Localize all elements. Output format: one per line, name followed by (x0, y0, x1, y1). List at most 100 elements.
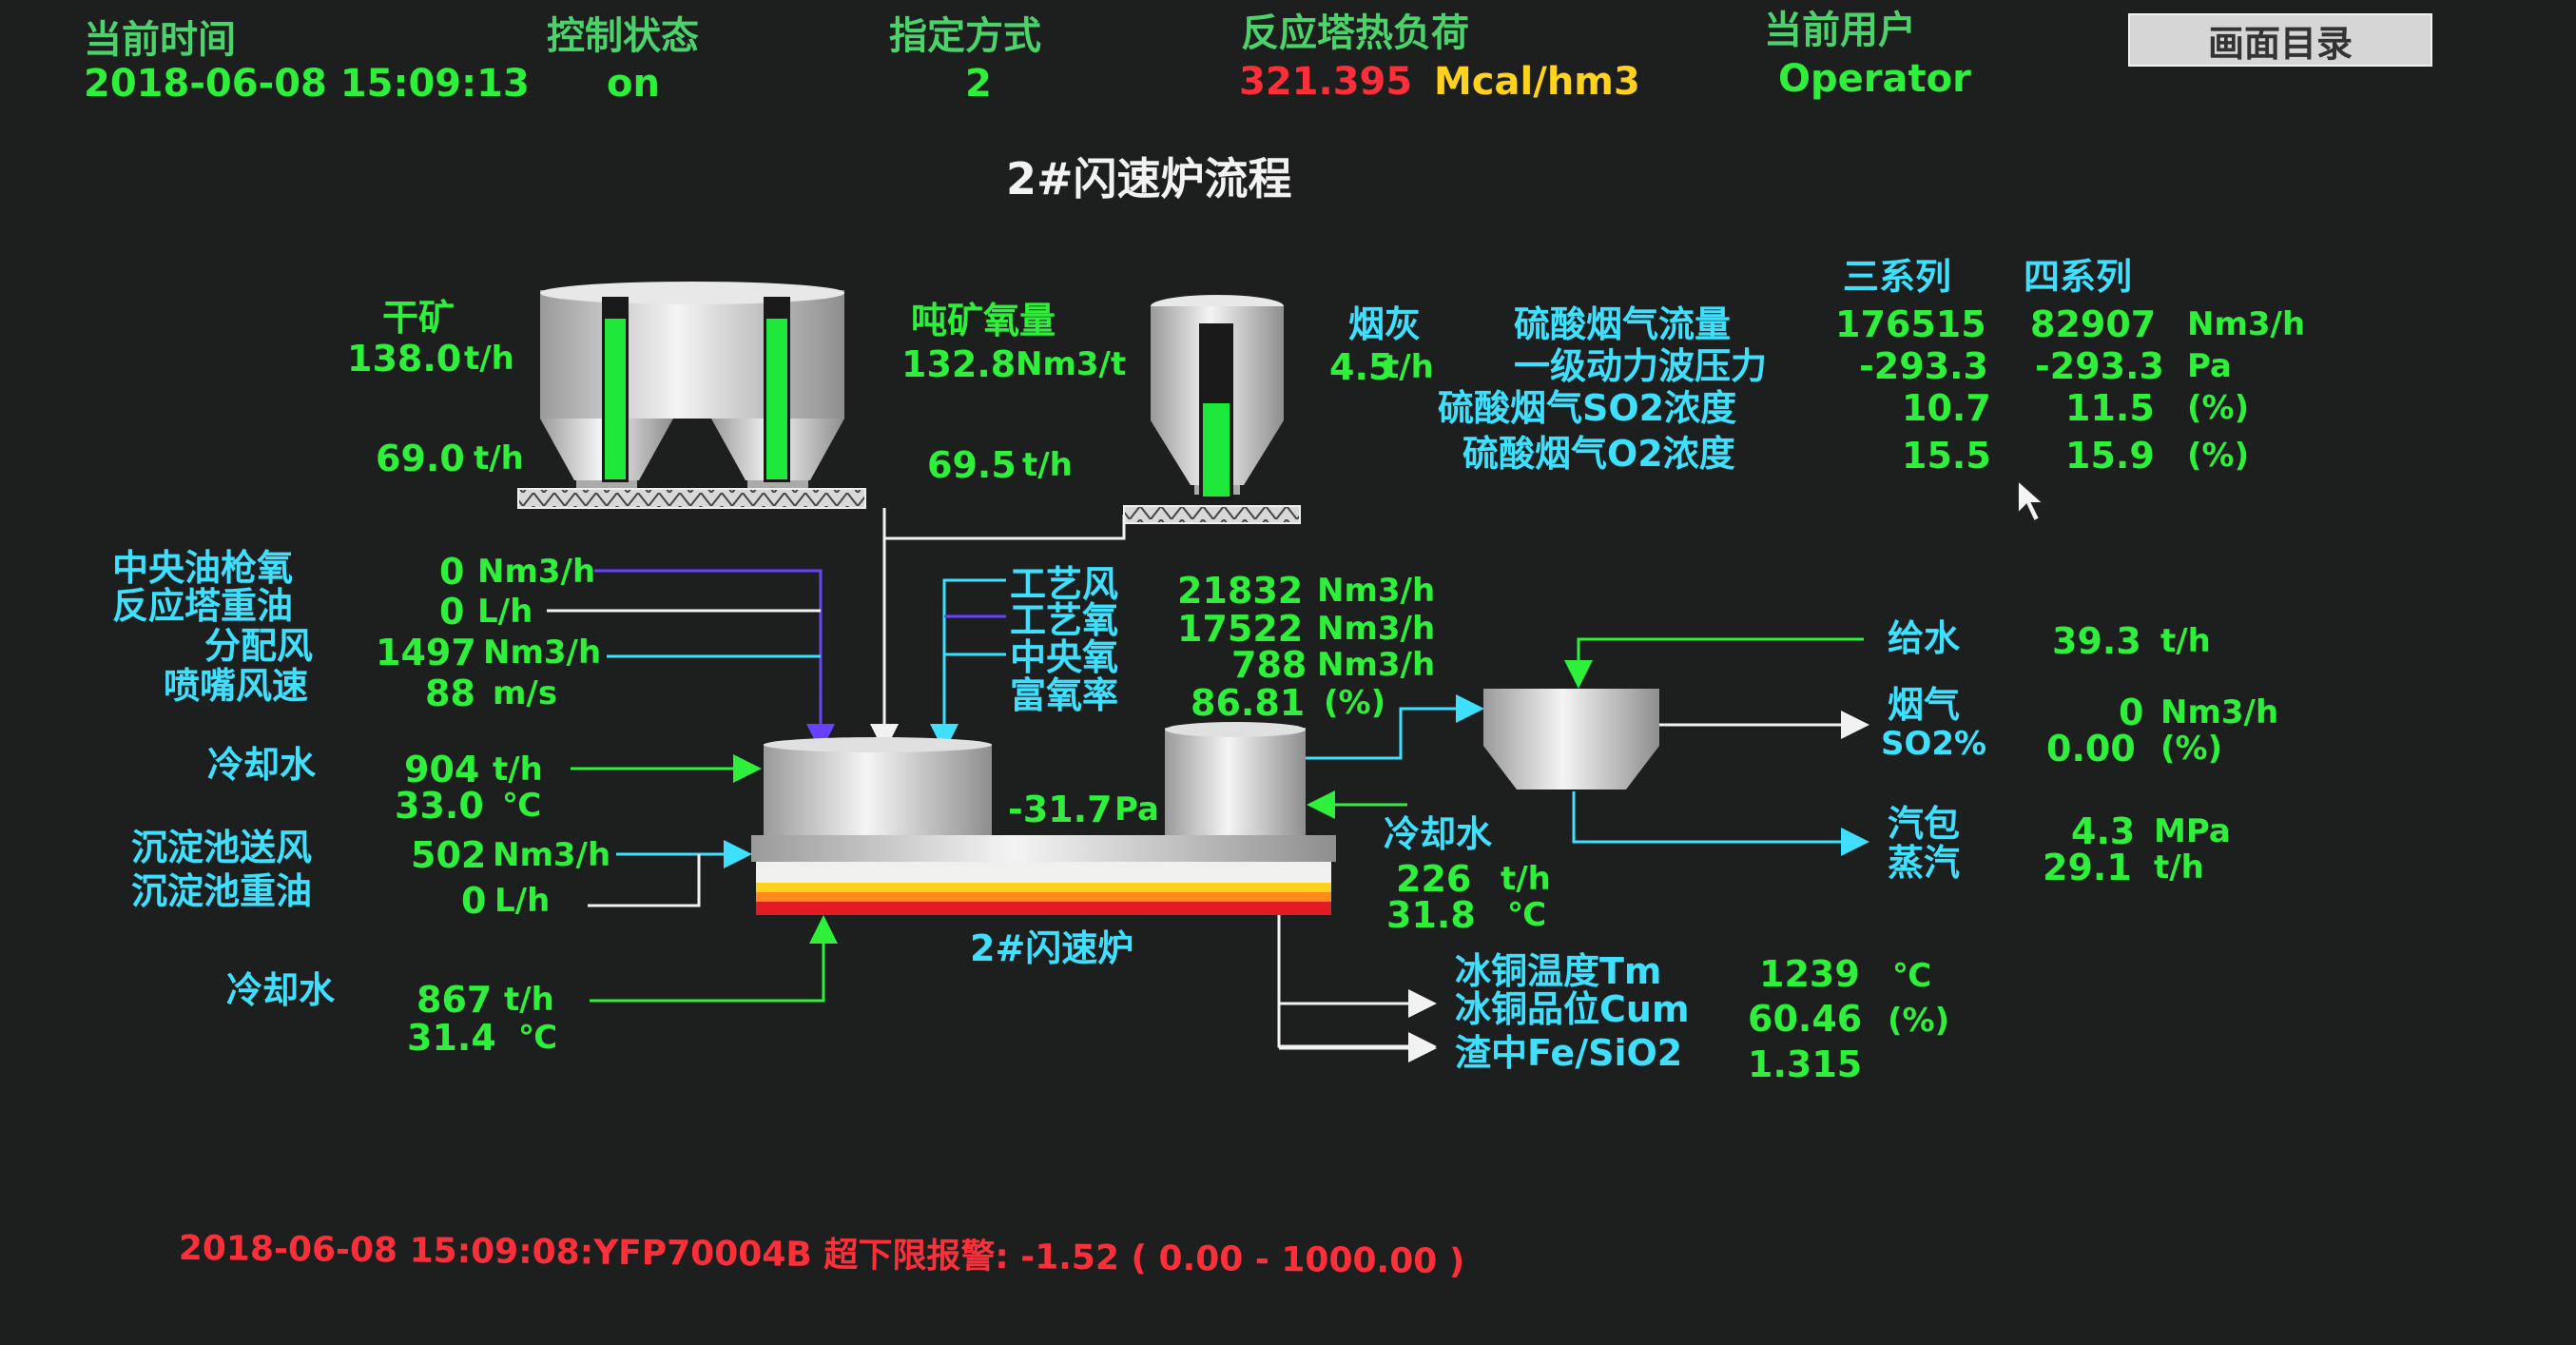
acid-row-unit: (%) (2187, 389, 2250, 427)
bin-flow-right: 69.5 (927, 444, 1017, 486)
settler-oil-unit: L/h (494, 882, 551, 920)
dry-ore-bin (540, 282, 844, 490)
control-status-value: on (607, 62, 660, 106)
steam-flow-unit: t/h (2154, 848, 2204, 887)
uptake-cooling-flow: 226 (1396, 858, 1472, 900)
heat-load-value: 321.395 (1239, 60, 1413, 104)
dry-ore-value: 138.0 (347, 338, 462, 380)
feed-water-unit: t/h (2160, 622, 2211, 660)
cooling-water-2-temp: 31.4 (407, 1017, 496, 1059)
cooling-water-1-temp-unit: ℃ (502, 787, 542, 825)
process-air-unit: Nm3/h (1317, 610, 1436, 648)
furnace-pressure-unit: Pa (1114, 790, 1159, 828)
dust-unit: t/h (1384, 348, 1434, 386)
matte-temp-value: 1239 (1759, 953, 1860, 995)
cooling-water-2-pipe (590, 915, 838, 1003)
left-input-value: 88 (425, 672, 475, 714)
furnace-pressure-value: -31.7 (1008, 789, 1113, 830)
acid-row-unit: (%) (2187, 437, 2250, 475)
uptake-cooling-temp: 31.8 (1386, 894, 1476, 936)
acid-row-s3: 15.5 (1902, 435, 1991, 477)
page-title: 2#闪速炉流程 (1006, 153, 1292, 205)
settler-air-unit: Nm3/h (493, 836, 611, 874)
steam-label: 蒸汽 (1888, 842, 1961, 884)
left-input-label: 中央油枪氧 (112, 547, 294, 589)
acid-row-unit: Pa (2187, 347, 2232, 385)
acid-row-label: 硫酸烟气O2浓度 (1462, 433, 1735, 475)
process-air-label: 富氧率 (1010, 674, 1119, 716)
furnace-name: 2#闪速炉 (970, 927, 1134, 969)
process-air-unit: Nm3/h (1317, 646, 1436, 684)
heat-load-unit: Mcal/hm3 (1434, 60, 1640, 104)
cooling-water-2-flow: 867 (416, 979, 493, 1021)
control-status-label: 控制状态 (547, 14, 699, 58)
hmi-screen: 当前时间 2018-06-08 15:09:13 控制状态 on 指定方式 2 … (0, 0, 2576, 1345)
uptake-cooling-flow-unit: t/h (1501, 860, 1551, 898)
flue-gas-unit: Nm3/h (2160, 693, 2279, 731)
screen-menu-button[interactable]: 画面目录 (2128, 13, 2432, 67)
process-air-value: 17522 (1177, 608, 1304, 650)
dust-conveyor (1123, 505, 1301, 524)
mode-value: 2 (965, 62, 992, 106)
flash-furnace-settler (751, 835, 1336, 915)
process-air-value: 788 (1231, 644, 1307, 686)
settler-oil-label: 沉淀池重油 (131, 870, 313, 912)
user-value: Operator (1778, 57, 1971, 101)
acid-row-s3: 176515 (1835, 303, 1986, 345)
oxygen-per-ton-label: 吨矿氧量 (911, 300, 1056, 341)
drum-pressure-unit: MPa (2154, 812, 2231, 850)
cooling-water-2-flow-unit: t/h (504, 981, 554, 1019)
cooling-water-2-label: 冷却水 (226, 969, 336, 1011)
acid-row-s4: -293.3 (2035, 345, 2164, 387)
oxygen-per-ton-unit: Nm3/t (1016, 345, 1127, 383)
cooling-water-1-flow: 904 (404, 749, 480, 790)
series4-header: 四系列 (2024, 256, 2133, 298)
acid-row-s4: 15.9 (2065, 435, 2155, 477)
cooling-water-1-label: 冷却水 (207, 744, 317, 786)
process-air-unit: (%) (1324, 684, 1386, 722)
drum-pressure-value: 4.3 (2071, 810, 2136, 852)
acid-row-s4: 82907 (2030, 303, 2157, 345)
process-air-value: 21832 (1177, 570, 1304, 612)
left-input-unit: Nm3/h (483, 634, 602, 672)
matte-grade-value: 60.46 (1748, 998, 1863, 1040)
mode-label: 指定方式 (889, 14, 1041, 58)
feed-pipe (884, 515, 1126, 540)
bin-a-level-bar (605, 319, 626, 479)
waste-heat-boiler (1483, 689, 1659, 789)
feed-water-label: 给水 (1888, 617, 1961, 659)
left-input-label: 喷嘴风速 (164, 665, 309, 707)
acid-row-s3: -293.3 (1859, 345, 1988, 387)
dust-label: 烟灰 (1348, 303, 1422, 345)
user-label: 当前用户 (1764, 9, 1916, 52)
process-air-pipe (930, 578, 1006, 752)
center-oxygen-pipe (594, 569, 835, 752)
acid-row-label: 一级动力波压力 (1514, 345, 1768, 387)
matte-temp-unit: ℃ (1892, 957, 1932, 995)
time-label: 当前时间 (84, 18, 236, 62)
drum-label: 汽包 (1888, 803, 1961, 845)
left-input-label: 分配风 (204, 625, 314, 667)
boiler-so2-value: 0.00 (2046, 728, 2136, 770)
uptake-cooling-temp-unit: ℃ (1507, 896, 1547, 934)
feed-water-value: 39.3 (2052, 620, 2141, 662)
acid-row-unit: Nm3/h (2187, 305, 2306, 343)
flue-gas-value: 0 (2119, 692, 2144, 733)
mouse-cursor-icon (2017, 478, 2046, 523)
boiler-so2-unit: (%) (2160, 730, 2223, 768)
feed-water-pipe (1564, 637, 1864, 689)
left-input-label: 反应塔重油 (112, 585, 294, 627)
bin-flow-left: 69.0 (376, 438, 465, 479)
settler-air-value: 502 (411, 834, 487, 876)
left-input-value: 0 (439, 551, 465, 593)
settler-oil-value: 0 (461, 880, 487, 922)
slag-ratio-value: 1.315 (1748, 1043, 1863, 1085)
dry-ore-label: 干矿 (382, 297, 455, 339)
left-input-value: 0 (439, 591, 465, 633)
cooling-water-1-temp: 33.0 (395, 785, 484, 827)
dust-bin-level-bar (1203, 403, 1230, 497)
left-input-unit: Nm3/h (477, 553, 596, 591)
dry-ore-unit: t/h (464, 340, 514, 378)
left-input-unit: L/h (477, 593, 533, 631)
oxygen-per-ton-value: 132.8 (901, 343, 1017, 385)
